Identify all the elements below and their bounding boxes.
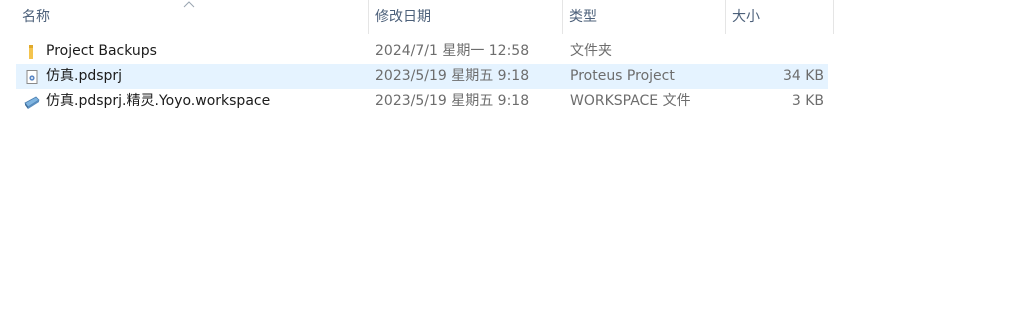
column-header-type[interactable]: 类型 [563,0,725,34]
column-header-name[interactable]: 名称 [16,0,368,34]
file-type: 文件夹 [570,43,612,59]
column-header-bar: 名称 修改日期 类型 大小 [0,0,834,34]
file-date: 2024/7/1 星期一 12:58 [375,43,530,59]
file-row-workspace[interactable]: 仿真.pdsprj.精灵.Yoyo.workspace 2023/5/19 星期… [16,89,828,114]
column-divider[interactable] [833,0,834,34]
file-size: 3 KB [791,93,824,109]
file-date: 2023/5/19 星期五 9:18 [375,68,530,84]
file-name: 仿真.pdsprj [46,68,123,84]
file-row-pdsprj[interactable]: 仿真.pdsprj 2023/5/19 星期五 9:18 Proteus Pro… [16,64,828,89]
file-name: 仿真.pdsprj.精灵.Yoyo.workspace [46,93,271,109]
file-name-cell: 仿真.pdsprj [20,64,360,89]
file-date: 2023/5/19 星期五 9:18 [375,93,530,109]
proteus-project-icon [26,70,38,84]
file-explorer: 名称 修改日期 类型 大小 Project Backups 2024/7/1 星… [0,0,1024,311]
file-row-project-backups[interactable]: Project Backups 2024/7/1 星期一 12:58 文件夹 [16,39,828,64]
folder-icon [29,45,33,59]
column-header-date[interactable]: 修改日期 [369,0,562,34]
file-list: Project Backups 2024/7/1 星期一 12:58 文件夹 仿… [16,39,828,114]
file-name-cell: 仿真.pdsprj.精灵.Yoyo.workspace [20,89,360,114]
file-size: 34 KB [782,68,824,84]
file-size [726,39,824,64]
column-header-size[interactable]: 大小 [726,0,834,34]
workspace-file-icon [24,96,40,109]
file-name-cell: Project Backups [20,39,360,64]
file-name: Project Backups [46,43,157,59]
file-type: Proteus Project [570,68,675,84]
file-type: WORKSPACE 文件 [570,93,691,109]
